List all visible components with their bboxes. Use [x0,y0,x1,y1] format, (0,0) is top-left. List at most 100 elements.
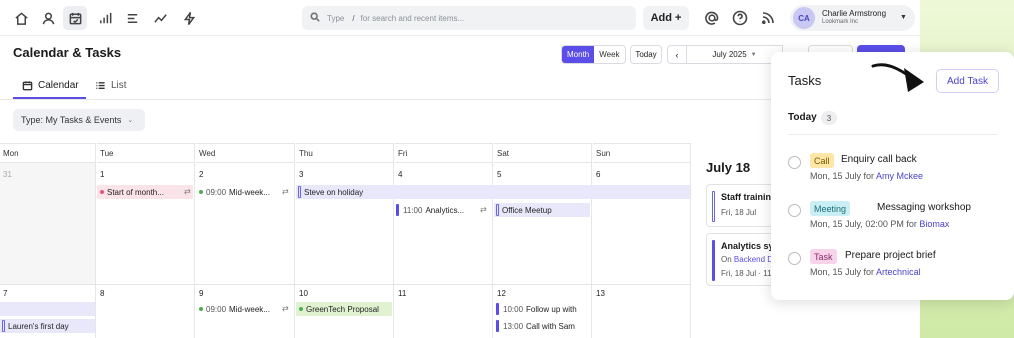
date-number[interactable]: 8 [100,289,104,298]
date-number[interactable]: 7 [3,289,7,298]
task-title: Enquiry call back [841,154,917,165]
divider [788,134,998,135]
task-assignee[interactable]: Amy Mckee [876,171,923,181]
search-placeholder: Type [327,13,345,23]
type-filter-label: Type: My Tasks & Events [21,115,122,125]
day-event-date: Fri, 18 Jul [721,208,757,217]
month-label: July 2025 [712,50,747,59]
outside-month-cell [0,163,95,284]
task-checkbox[interactable] [788,252,801,265]
month-calendar: Mon Tue Wed Thu Fri Sat Sun 31 1 2 3 4 5… [0,143,691,338]
task-meta: Mon, 15 July, 02:00 PM for Biomax [810,219,949,229]
event-dot [299,307,303,311]
date-number[interactable]: 9 [199,289,203,298]
task-meta: Mon, 15 July for Artechnical [810,267,921,277]
calendar-event[interactable]: Lauren's first day [0,319,95,333]
tab-list[interactable]: List [95,80,127,91]
today-button[interactable]: Today [630,45,662,64]
calendar-event[interactable]: Steve on holiday [296,185,690,199]
date-number[interactable]: 13 [596,289,605,298]
event-bar [298,186,301,198]
day-event-link[interactable]: Backend D [734,255,773,264]
date-number[interactable]: 3 [299,170,303,179]
task-item[interactable]: Task Prepare project brief Mon, 15 July … [788,248,1003,284]
task-item[interactable]: Call Enquiry call back Mon, 15 July for … [788,152,1003,188]
previous-month-button[interactable]: ‹ [667,45,687,64]
day-header: Sat [494,143,592,163]
search-shortcut: / [352,13,355,23]
bar-chart-icon[interactable] [97,10,113,26]
at-icon[interactable] [704,10,720,26]
month-select[interactable]: July 2025 ▼ [687,45,783,64]
event-dot [100,190,104,194]
tasks-section-today: Today [788,112,817,123]
user-org: Lookmark Inc [822,19,859,25]
event-title: Mid-week... [229,304,270,314]
month-view-button[interactable]: Month [562,46,595,63]
day-event-location: On Backend D [721,255,773,264]
calendar-event[interactable]: 09:00 Mid-week... [196,302,293,316]
add-task-button[interactable]: Add Task [936,69,999,93]
grid-line [194,143,195,338]
day-header: Wed [196,143,294,163]
active-tab-indicator [13,97,86,99]
calendar-event[interactable]: 11:00 Analytics... [396,203,491,217]
search-input[interactable]: Type / for search and recent items... [302,6,636,30]
rss-icon[interactable] [760,10,776,26]
date-number[interactable]: 12 [497,289,506,298]
date-number[interactable]: 1 [100,170,104,179]
event-title: Call with Sam [526,321,575,331]
grid-line [0,284,690,285]
date-number[interactable]: 6 [596,170,600,179]
list-icon[interactable] [124,10,140,26]
day-header: Tue [97,143,194,163]
add-button[interactable]: Add + [643,6,689,30]
chevron-down-icon: ▼ [900,14,907,21]
event-title: Analytics... [425,205,465,215]
calendar-event[interactable]: Start of month... [97,185,193,199]
task-date: Mon, 15 July for [810,267,875,277]
grid-line [690,143,691,338]
calendar-event[interactable]: 10:00 Follow up with [494,302,590,316]
calendar-event[interactable]: GreenTech Proposal [296,302,392,316]
type-filter-dropdown[interactable]: Type: My Tasks & Events ⌄ [13,109,145,131]
calendar-check-icon[interactable] [63,6,87,30]
user-menu[interactable]: CA Charlie Armstrong Lookmark Inc ▼ [790,5,915,31]
trend-icon[interactable] [152,10,168,26]
grid-line [591,143,592,338]
task-assignee[interactable]: Artechnical [876,267,921,277]
calendar-event[interactable] [0,302,95,316]
event-title: Lauren's first day [8,321,69,331]
event-bar [496,303,499,315]
day-panel-title: July 18 [706,160,751,175]
date-number[interactable]: 31 [3,170,12,179]
event-title: GreenTech Proposal [306,304,379,314]
lightning-icon[interactable] [181,10,197,26]
calendar-event[interactable]: Office Meetup [494,203,590,217]
date-number[interactable]: 5 [497,170,501,179]
task-tag: Task [810,249,837,264]
week-view-button[interactable]: Week [594,46,624,63]
home-icon[interactable] [13,10,29,26]
event-title: Mid-week... [229,187,270,197]
date-number[interactable]: 11 [398,289,406,298]
date-number[interactable]: 4 [398,170,402,179]
task-checkbox[interactable] [788,204,801,217]
help-icon[interactable] [732,10,748,26]
event-dot [199,307,203,311]
calendar-event[interactable]: 09:00 Mid-week... [196,185,293,199]
day-event-on: On [721,255,732,264]
calendar-event[interactable]: 13:00 Call with Sam [494,319,590,333]
event-time: 13:00 [503,321,524,331]
date-number[interactable]: 2 [199,170,203,179]
task-assignee[interactable]: Biomax [919,219,949,229]
task-checkbox[interactable] [788,156,801,169]
tab-list-label: List [111,80,127,91]
tab-calendar[interactable]: Calendar [22,80,79,91]
event-bar [496,204,499,216]
date-number[interactable]: 10 [299,289,308,298]
task-item[interactable]: Meeting Messaging workshop Mon, 15 July,… [788,200,1003,236]
event-bar [2,320,5,332]
repeat-icon: ⇄ [480,205,487,214]
user-icon[interactable] [40,10,56,26]
